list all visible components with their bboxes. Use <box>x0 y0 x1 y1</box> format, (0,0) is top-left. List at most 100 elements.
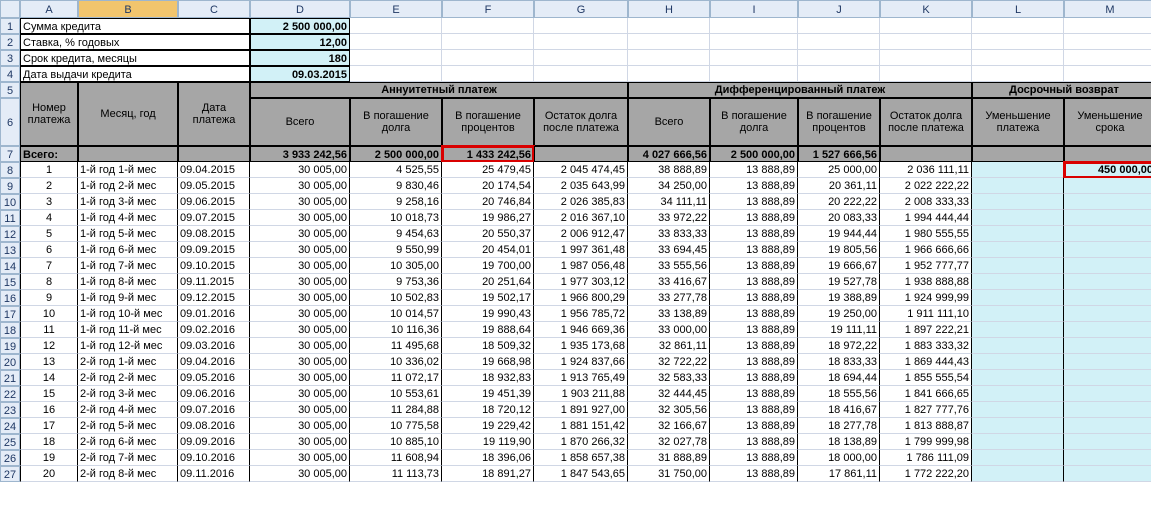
cell[interactable]: 30 005,00 <box>250 178 350 194</box>
cell[interactable]: 19 111,11 <box>798 322 880 338</box>
cell[interactable] <box>442 18 534 34</box>
cell[interactable]: 11 072,17 <box>350 370 442 386</box>
cell[interactable]: 30 005,00 <box>250 338 350 354</box>
cell[interactable] <box>972 306 1064 322</box>
cell[interactable]: 20 222,22 <box>798 194 880 210</box>
cell[interactable]: 1 827 777,76 <box>880 402 972 418</box>
col-header-B[interactable]: B <box>78 0 178 18</box>
cell[interactable]: 13 888,89 <box>710 354 798 370</box>
cell[interactable]: 30 005,00 <box>250 306 350 322</box>
cell[interactable] <box>442 50 534 66</box>
cell[interactable]: 3 933 242,56 <box>250 146 350 162</box>
cell[interactable] <box>972 274 1064 290</box>
cell[interactable]: 11 <box>20 322 78 338</box>
cell[interactable] <box>1064 386 1151 402</box>
cell[interactable]: 19 944,44 <box>798 226 880 242</box>
cell[interactable]: 1 858 657,38 <box>534 450 628 466</box>
cell[interactable]: 2-й год 7-й мес <box>78 450 178 466</box>
cell[interactable] <box>1064 306 1151 322</box>
cell[interactable]: 13 888,89 <box>710 210 798 226</box>
cell[interactable]: Срок кредита, месяцы <box>20 50 250 66</box>
cell[interactable]: 13 888,89 <box>710 370 798 386</box>
cell[interactable]: 09.07.2015 <box>178 210 250 226</box>
cell[interactable]: 1 994 444,44 <box>880 210 972 226</box>
cell[interactable]: 25 000,00 <box>798 162 880 178</box>
cell[interactable]: 33 277,78 <box>628 290 710 306</box>
cell[interactable]: 2 500 000,00 <box>710 146 798 162</box>
cell[interactable]: 11 284,88 <box>350 402 442 418</box>
cell[interactable]: 14 <box>20 370 78 386</box>
cell[interactable]: 09.08.2016 <box>178 418 250 434</box>
cell[interactable]: 2-й год 3-й мес <box>78 386 178 402</box>
col-header-G[interactable]: G <box>534 0 628 18</box>
cell[interactable]: 1 841 666,65 <box>880 386 972 402</box>
cell[interactable]: 30 005,00 <box>250 466 350 482</box>
cell[interactable] <box>972 50 1064 66</box>
col-header-I[interactable]: I <box>710 0 798 18</box>
cell[interactable]: 09.08.2015 <box>178 226 250 242</box>
cell[interactable]: 13 888,89 <box>710 386 798 402</box>
cell[interactable]: 1 786 111,09 <box>880 450 972 466</box>
cell[interactable]: 30 005,00 <box>250 194 350 210</box>
cell[interactable]: 20 174,54 <box>442 178 534 194</box>
cell[interactable]: 33 000,00 <box>628 322 710 338</box>
cell[interactable]: 19 <box>20 450 78 466</box>
cell[interactable]: 09.05.2015 <box>178 178 250 194</box>
cell[interactable] <box>880 18 972 34</box>
row-header-19[interactable]: 19 <box>0 338 20 354</box>
cell[interactable] <box>798 18 880 34</box>
cell[interactable]: 30 005,00 <box>250 354 350 370</box>
cell[interactable]: 1 891 927,00 <box>534 402 628 418</box>
cell[interactable] <box>1064 370 1151 386</box>
col-header-L[interactable]: L <box>972 0 1064 18</box>
row-header-16[interactable]: 16 <box>0 290 20 306</box>
cell-total-label[interactable]: Всего: <box>20 146 78 162</box>
cell[interactable]: 2 008 333,33 <box>880 194 972 210</box>
cell[interactable]: 2 022 222,22 <box>880 178 972 194</box>
cell[interactable]: 5 <box>20 226 78 242</box>
cell[interactable] <box>972 386 1064 402</box>
cell[interactable]: 30 005,00 <box>250 162 350 178</box>
cell[interactable]: 20 550,37 <box>442 226 534 242</box>
cell[interactable] <box>534 18 628 34</box>
cell[interactable]: 09.11.2016 <box>178 466 250 482</box>
cell[interactable]: 1 881 151,42 <box>534 418 628 434</box>
row-header-8[interactable]: 8 <box>0 162 20 178</box>
cell[interactable]: 19 888,64 <box>442 322 534 338</box>
cell[interactable]: 1 433 242,56 <box>442 146 534 162</box>
col-header-J[interactable]: J <box>798 0 880 18</box>
row-header-12[interactable]: 12 <box>0 226 20 242</box>
row-header-22[interactable]: 22 <box>0 386 20 402</box>
cell[interactable]: 09.04.2016 <box>178 354 250 370</box>
cell[interactable] <box>880 50 972 66</box>
cell[interactable] <box>880 146 972 162</box>
cell[interactable]: 19 805,56 <box>798 242 880 258</box>
cell[interactable]: 12,00 <box>250 34 350 50</box>
cell[interactable]: 19 119,90 <box>442 434 534 450</box>
cell[interactable] <box>534 50 628 66</box>
cell[interactable]: 1 977 303,12 <box>534 274 628 290</box>
row-header-18[interactable]: 18 <box>0 322 20 338</box>
cell[interactable]: 30 005,00 <box>250 450 350 466</box>
cell[interactable]: 16 <box>20 402 78 418</box>
cell[interactable] <box>972 242 1064 258</box>
cell[interactable]: 10 305,00 <box>350 258 442 274</box>
cell[interactable] <box>350 18 442 34</box>
cell[interactable] <box>1064 258 1151 274</box>
row-header-27[interactable]: 27 <box>0 466 20 482</box>
cell[interactable] <box>1064 466 1151 482</box>
cell[interactable]: 20 251,64 <box>442 274 534 290</box>
cell[interactable]: 1 <box>20 162 78 178</box>
cell[interactable]: 17 861,11 <box>798 466 880 482</box>
cell[interactable] <box>178 146 250 162</box>
cell[interactable]: 18 555,56 <box>798 386 880 402</box>
cell[interactable]: 09.06.2015 <box>178 194 250 210</box>
cell[interactable] <box>350 66 442 82</box>
cell[interactable]: 10 775,58 <box>350 418 442 434</box>
cell[interactable]: 18 000,00 <box>798 450 880 466</box>
cell[interactable]: 1 980 555,55 <box>880 226 972 242</box>
cell[interactable]: Ставка, % годовых <box>20 34 250 50</box>
cell[interactable]: 30 005,00 <box>250 258 350 274</box>
cell[interactable]: 1 772 222,20 <box>880 466 972 482</box>
cell[interactable]: 09.11.2015 <box>178 274 250 290</box>
